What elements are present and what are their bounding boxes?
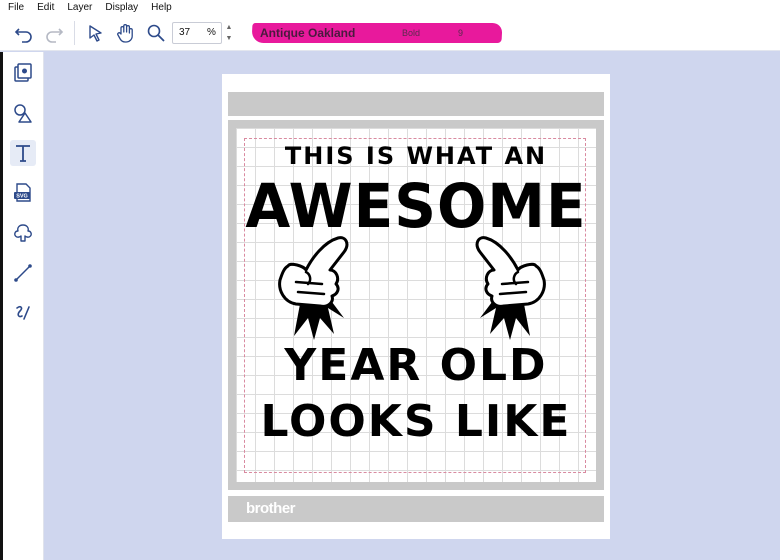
hand-icon[interactable] bbox=[114, 21, 138, 45]
tool-sidebar: SVG bbox=[0, 52, 44, 560]
magnifier-icon[interactable] bbox=[144, 21, 168, 45]
line-tool-icon[interactable] bbox=[10, 260, 36, 286]
zoom-input[interactable]: 37 % bbox=[172, 22, 222, 44]
chevron-up-icon[interactable]: ▲ bbox=[222, 22, 236, 33]
thumbs-up-left-icon[interactable] bbox=[260, 236, 370, 346]
font-size-input[interactable]: 9 bbox=[458, 28, 463, 38]
design-text-line4[interactable]: LOOKS LIKE bbox=[236, 396, 596, 447]
font-settings-bar[interactable]: Antique Oakland Bold 9 bbox=[251, 23, 503, 43]
undo-icon[interactable] bbox=[12, 21, 36, 45]
text-tool-icon[interactable] bbox=[10, 140, 36, 166]
design-text-line1[interactable]: THIS IS WHAT AN bbox=[236, 142, 596, 170]
menu-file[interactable]: File bbox=[8, 2, 24, 13]
menu-display[interactable]: Display bbox=[105, 2, 138, 13]
menu-edit[interactable]: Edit bbox=[37, 2, 54, 13]
redo-icon[interactable] bbox=[42, 21, 66, 45]
mat-grid-area[interactable]: THIS IS WHAT AN AWESOME YEAR OLD LOOKS L… bbox=[236, 128, 596, 482]
thumbs-up-right-icon[interactable] bbox=[454, 236, 564, 346]
document-canvas[interactable]: THIS IS WHAT AN AWESOME YEAR OLD LOOKS L… bbox=[222, 74, 610, 539]
design-text-line3[interactable]: YEAR OLD bbox=[236, 340, 596, 391]
cutting-mat: THIS IS WHAT AN AWESOME YEAR OLD LOOKS L… bbox=[228, 120, 604, 490]
pointer-icon[interactable] bbox=[84, 21, 108, 45]
zoom-stepper[interactable]: ▲ ▼ bbox=[222, 22, 236, 44]
svg-import-icon[interactable]: SVG bbox=[10, 180, 36, 206]
toolbar-separator bbox=[74, 21, 75, 45]
mat-bottom-strip: brother bbox=[228, 496, 604, 522]
mat-top-strip bbox=[228, 92, 604, 116]
chevron-down-icon[interactable]: ▼ bbox=[222, 33, 236, 44]
design-text-line2[interactable]: AWESOME bbox=[236, 170, 596, 241]
menu-layer[interactable]: Layer bbox=[67, 2, 92, 13]
toolbar: 37 % ▲ ▼ Antique Oakland Bold 9 bbox=[0, 15, 780, 51]
zoom-unit: % bbox=[207, 27, 216, 38]
font-style-select[interactable]: Bold bbox=[402, 28, 420, 38]
font-name-select[interactable]: Antique Oakland bbox=[260, 26, 355, 40]
outline-tool-icon[interactable] bbox=[10, 220, 36, 246]
pattern-tool-icon[interactable] bbox=[10, 60, 36, 86]
menu-help[interactable]: Help bbox=[151, 2, 172, 13]
svg-label: SVG bbox=[16, 194, 28, 200]
freehand-tool-icon[interactable] bbox=[10, 300, 36, 326]
menu-bar: File Edit Layer Display Help bbox=[0, 0, 780, 15]
brand-logo: brother bbox=[246, 500, 296, 517]
zoom-value: 37 bbox=[179, 27, 191, 38]
shapes-tool-icon[interactable] bbox=[10, 100, 36, 126]
window-edge bbox=[0, 52, 3, 560]
